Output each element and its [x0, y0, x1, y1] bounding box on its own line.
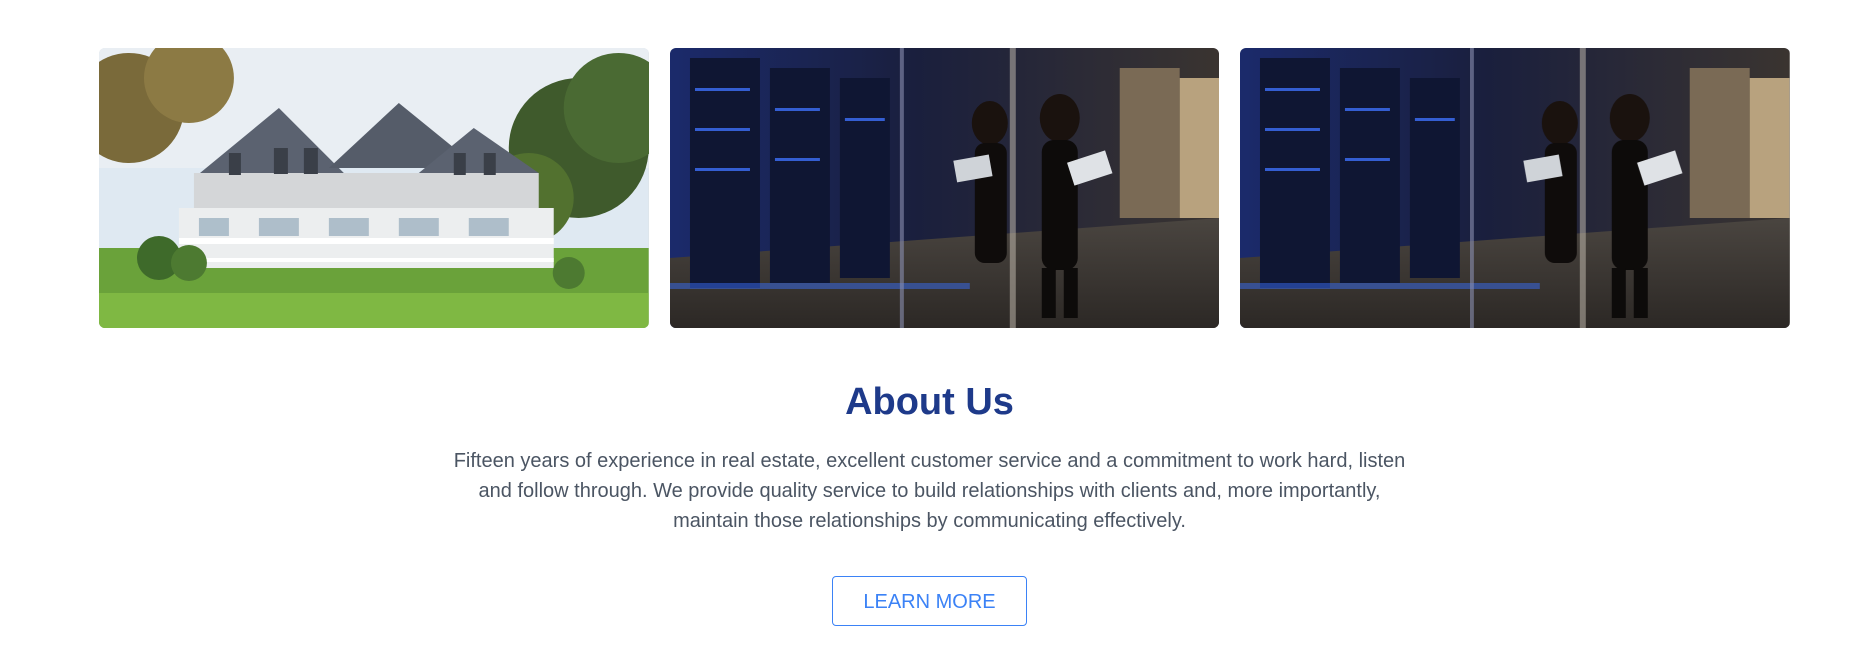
- server-room-photo: [669, 48, 1220, 328]
- server-room-photo: [1240, 48, 1791, 328]
- about-description: Fifteen years of experience in real esta…: [453, 450, 1406, 532]
- house-photo: [99, 48, 649, 328]
- learn-more-button[interactable]: LEARN MORE: [832, 576, 1027, 626]
- about-section: About Us Fifteen years of experience in …: [0, 376, 1859, 626]
- about-title: About Us: [845, 381, 1014, 423]
- image-gallery: [99, 48, 1791, 328]
- page: About Us Fifteen years of experience in …: [0, 0, 1859, 645]
